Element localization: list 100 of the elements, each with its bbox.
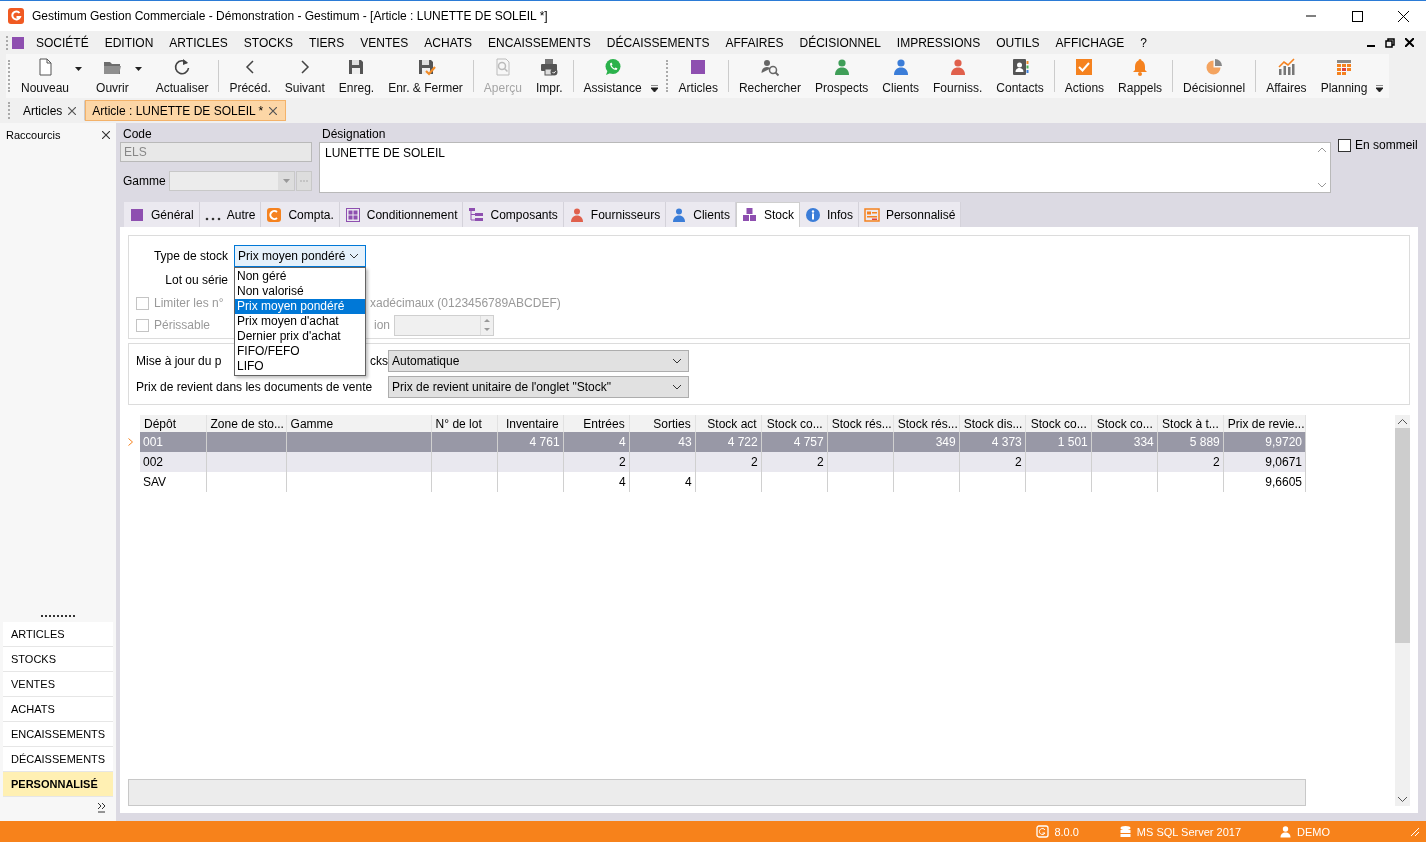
column-header[interactable]: N° de lot — [431, 415, 498, 432]
toolbar-button[interactable]: Enreg. — [331, 54, 382, 98]
shortcut-item[interactable]: VENTES — [3, 672, 113, 697]
maximize-icon[interactable] — [1351, 10, 1363, 22]
restore-icon[interactable] — [1385, 37, 1395, 48]
toolbar-button[interactable]: Ouvrir — [89, 54, 149, 98]
menu-item[interactable]: STOCKS — [235, 35, 301, 50]
column-header[interactable]: Stock co... — [1091, 415, 1158, 432]
dropdown-option[interactable]: Prix moyen d'achat — [235, 314, 365, 329]
stock-type-select[interactable]: Prix moyen pondéré — [234, 245, 366, 267]
column-header[interactable]: Dépôt — [140, 415, 206, 432]
overflow-icon[interactable] — [1376, 85, 1384, 92]
shortcut-item[interactable]: STOCKS — [3, 647, 113, 672]
toolbar-button[interactable]: Enr. & Fermer — [381, 54, 470, 98]
shortcut-item[interactable]: PERSONNALISÉ — [3, 772, 113, 797]
toolbar-button[interactable]: Décisionnel — [1176, 54, 1253, 98]
close-icon[interactable] — [102, 131, 110, 139]
menu-item[interactable]: AFFAIRES — [717, 35, 792, 50]
column-header[interactable]: Prix de revie... — [1223, 415, 1306, 432]
menu-item[interactable]: EDITION — [96, 35, 162, 50]
dropdown-option[interactable]: Dernier prix d'achat — [235, 329, 365, 344]
column-header[interactable]: Zone de sto... — [206, 415, 287, 432]
form-tab[interactable]: Composants — [463, 202, 564, 227]
menu-item[interactable]: DÉCISIONNEL — [791, 35, 889, 50]
toolbar-button[interactable]: Prospects — [807, 54, 876, 98]
designation-field[interactable]: LUNETTE DE SOLEIL — [319, 142, 1331, 193]
shortcut-item[interactable]: ENCAISSEMENTS — [3, 722, 113, 747]
column-header[interactable]: Entrées — [563, 415, 630, 432]
shortcut-item[interactable]: ACHATS — [3, 697, 113, 722]
toolbar-button[interactable]: Suivant — [277, 54, 332, 98]
toolbar-button[interactable]: Actualiser — [148, 54, 216, 98]
form-tab[interactable]: Stock — [735, 202, 800, 227]
menu-item[interactable]: ENCAISSEMENTS — [480, 35, 599, 50]
address-book-icon — [1010, 57, 1031, 77]
window-title: Gestimum Gestion Commerciale - Démonstration - Gestimum - [Article : LUNETTE DE SOLEIL *] — [32, 9, 548, 23]
column-header[interactable]: Gamme — [286, 415, 432, 432]
form-tab[interactable]: Autre — [199, 202, 262, 227]
shortcut-item[interactable]: ARTICLES — [3, 622, 113, 647]
checkbox-label: En sommeil — [1355, 138, 1418, 152]
checkbox[interactable] — [1338, 139, 1351, 152]
form-tab[interactable]: Conditionnement — [339, 202, 464, 227]
form-tab[interactable]: Clients — [666, 202, 736, 227]
menu-item[interactable]: OUTILS — [988, 35, 1048, 50]
toolbar-button[interactable]: Précéd. — [222, 54, 278, 98]
menu-item[interactable]: VENTES — [352, 35, 417, 50]
toolbar-button[interactable]: Articles — [671, 54, 725, 98]
vertical-scrollbar[interactable] — [1395, 415, 1410, 806]
toolbar-button[interactable]: Contacts — [989, 54, 1051, 98]
close-icon[interactable] — [68, 106, 77, 115]
calendar-icon — [1334, 57, 1354, 77]
toolbar-button[interactable]: Impr. — [528, 54, 570, 98]
double-chevron-icon[interactable] — [98, 803, 106, 813]
column-header[interactable]: Stock co... — [1025, 415, 1092, 432]
menu-item[interactable]: ACHATS — [416, 35, 481, 50]
resize-grip-icon[interactable] — [1410, 826, 1420, 837]
form-tab[interactable]: Compta. — [261, 202, 340, 227]
toolbar-button[interactable]: Nouveau — [14, 54, 90, 98]
toolbar-button[interactable]: Actions — [1057, 54, 1112, 98]
menu-item[interactable]: ? — [1132, 35, 1155, 50]
toolbar-button[interactable]: Clients — [875, 54, 926, 98]
row-indicator-icon — [128, 438, 133, 446]
overflow-icon[interactable] — [650, 85, 658, 92]
close-icon[interactable] — [1405, 38, 1414, 47]
menu-item[interactable]: TIERS — [300, 35, 353, 50]
menu-item[interactable]: ARTICLES — [161, 35, 236, 50]
dropdown-option[interactable]: Non valorisé — [235, 284, 365, 299]
form-tab[interactable]: Général — [124, 202, 200, 227]
column-header[interactable]: Stock act — [695, 415, 762, 432]
toolbar-grip[interactable] — [665, 60, 668, 92]
form-tab[interactable]: Fournisseurs — [563, 202, 667, 227]
menu-item[interactable]: IMPRESSIONS — [888, 35, 989, 50]
toolbar-button[interactable]: Planning — [1313, 54, 1375, 98]
update-mode-select[interactable]: Automatique — [388, 350, 689, 372]
form-tab[interactable]: Personnalisé — [858, 202, 962, 227]
column-header[interactable]: Stock rés... — [893, 415, 960, 432]
dropdown-option[interactable]: LIFO — [235, 359, 365, 374]
column-header[interactable]: Stock rés... — [827, 415, 894, 432]
toolbar-button[interactable]: Rechercher — [731, 54, 808, 98]
column-header[interactable]: Sorties — [629, 415, 696, 432]
close-icon[interactable] — [1397, 10, 1409, 22]
dropdown-list[interactable]: Non géré Non valorisé Prix moyen pondéré Prix moyen d'achat Dernier prix d'achat FIFO/FEFO LIFO — [234, 267, 366, 376]
shortcut-item[interactable]: DÉCAISSEMENTS — [3, 747, 113, 772]
column-header[interactable]: Stock co... — [761, 415, 828, 432]
form-tab[interactable]: Infos — [799, 202, 859, 227]
toolbar-button[interactable]: Assistance — [576, 54, 649, 98]
toolbar-button[interactable]: Fourniss. — [926, 54, 990, 98]
menu-item[interactable]: SOCIÉTÉ — [28, 35, 97, 50]
menu-item[interactable]: DÉCAISSEMENTS — [598, 35, 718, 50]
column-header[interactable]: Stock à t... — [1157, 415, 1224, 432]
toolbar-button[interactable]: Affaires — [1259, 54, 1314, 98]
document-tab[interactable]: Article : LUNETTE DE SOLEIL * — [85, 100, 287, 121]
column-header[interactable]: Stock dis... — [959, 415, 1026, 432]
cost-price-select[interactable]: Prix de revient unitaire de l'onglet "Stock" — [388, 376, 689, 398]
dropdown-option[interactable]: Prix moyen pondéré — [235, 299, 365, 314]
scroll-down-icon — [1398, 797, 1407, 802]
column-header[interactable]: Inventaire — [497, 415, 564, 432]
toolbar-button[interactable]: Rappels — [1111, 54, 1170, 98]
dropdown-option[interactable]: Non géré — [235, 269, 365, 284]
dropdown-option[interactable]: FIFO/FEFO — [235, 344, 365, 359]
menu-item[interactable]: AFFICHAGE — [1047, 35, 1133, 50]
